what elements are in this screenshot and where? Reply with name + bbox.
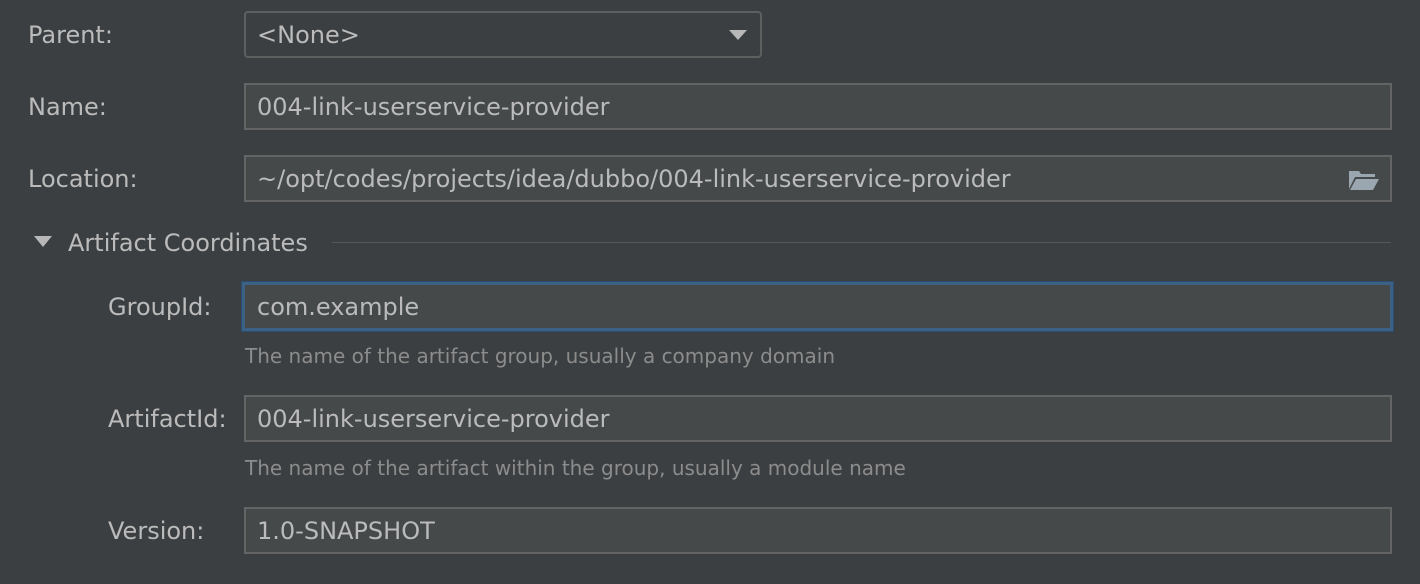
- name-field-value: 004-link-userservice-provider: [257, 92, 610, 121]
- version-field[interactable]: 1.0-SNAPSHOT: [244, 507, 1392, 554]
- collapse-triangle-icon[interactable]: [34, 236, 52, 247]
- parent-label: Parent:: [28, 21, 113, 49]
- location-field[interactable]: ~/opt/codes/projects/idea/dubbo/004-link…: [244, 155, 1392, 202]
- name-field[interactable]: 004-link-userservice-provider: [244, 83, 1392, 130]
- artifactid-field[interactable]: 004-link-userservice-provider: [244, 395, 1392, 442]
- version-label: Version:: [108, 517, 205, 545]
- groupid-field-value: com.example: [257, 292, 420, 321]
- groupid-hint: The name of the artifact group, usually …: [245, 344, 835, 368]
- section-divider: [332, 242, 1391, 243]
- parent-dropdown-value: <None>: [257, 20, 360, 49]
- chevron-down-icon: [729, 29, 747, 40]
- artifact-coordinates-title[interactable]: Artifact Coordinates: [68, 229, 308, 257]
- artifactid-hint: The name of the artifact within the grou…: [245, 456, 906, 480]
- groupid-label: GroupId:: [108, 293, 212, 321]
- groupid-field[interactable]: com.example: [242, 282, 1393, 331]
- folder-open-icon[interactable]: [1348, 168, 1380, 192]
- parent-dropdown[interactable]: <None>: [244, 11, 762, 58]
- location-label: Location:: [28, 165, 138, 193]
- artifactid-field-value: 004-link-userservice-provider: [257, 404, 610, 433]
- version-field-value: 1.0-SNAPSHOT: [257, 516, 435, 545]
- location-field-value: ~/opt/codes/projects/idea/dubbo/004-link…: [257, 164, 1011, 193]
- name-label: Name:: [28, 93, 107, 121]
- new-module-form: Parent: <None> Name: 004-link-userservic…: [0, 0, 1420, 584]
- artifactid-label: ArtifactId:: [108, 405, 227, 433]
